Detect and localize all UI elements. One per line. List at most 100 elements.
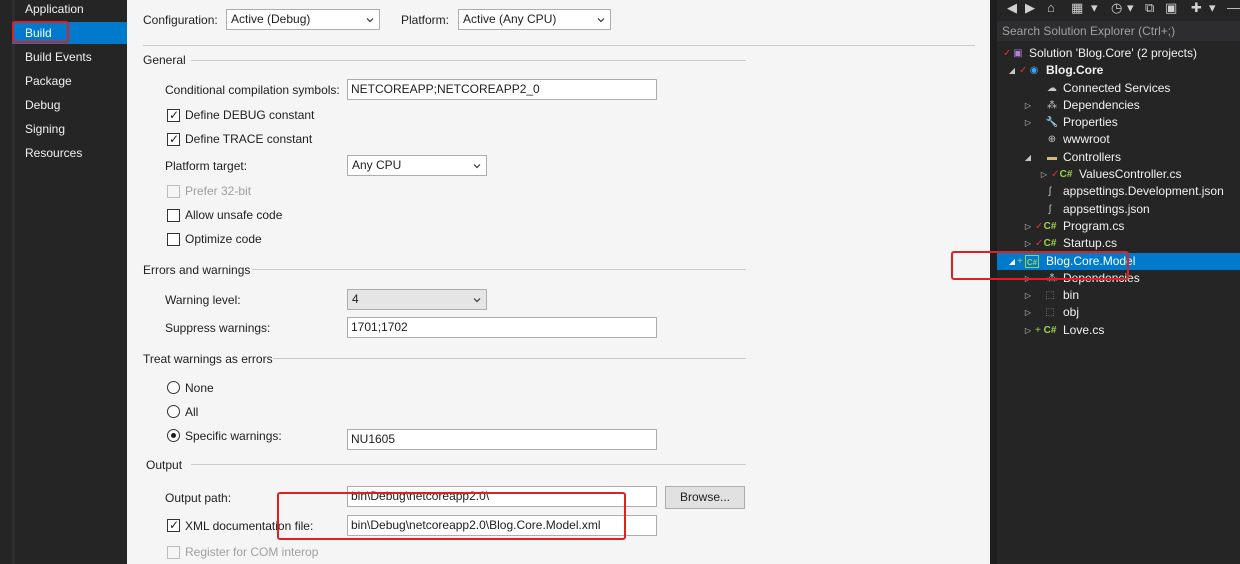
home-icon[interactable]: ⌂ [1047,0,1055,18]
chevron-down-icon [597,18,605,23]
section-line-errors [252,269,746,270]
tree-row-model-dependencies[interactable]: ▷ ⁂ Dependencies [997,270,1240,287]
nav-item-signing[interactable]: Signing [12,118,127,140]
radio-all[interactable] [167,405,180,418]
tree-row-appsettings-dev[interactable]: ʃ appsettings.Development.json [997,183,1240,200]
xml-doc-input[interactable]: bin\Debug\netcoreapp2.0\Blog.Core.Model.… [347,515,657,536]
configuration-label: Configuration: [143,13,218,27]
define-debug-label: Define DEBUG constant [185,108,315,122]
nav-item-resources[interactable]: Resources [12,142,127,164]
switch-views-icon[interactable]: ▦ [1071,0,1083,18]
tree-row-obj[interactable]: ▷ ⬚ obj [997,304,1240,321]
prefer32-checkbox[interactable] [167,185,180,198]
nav-item-application[interactable]: Application [12,0,127,20]
collapsed-arrow-icon: ▷ [1024,222,1032,231]
panel-splitter[interactable] [990,0,997,564]
csharp-file-icon: C# [1059,169,1073,180]
tree-row-connected-services[interactable]: ☁ Connected Services [997,80,1240,97]
collapsed-arrow-icon: ▷ [1040,170,1048,179]
allow-unsafe-checkbox[interactable] [167,209,180,222]
define-trace-label: Define TRACE constant [185,132,313,146]
tree-row-appsettings[interactable]: ʃ appsettings.json [997,201,1240,218]
properties-icon[interactable]: ✚ [1191,0,1202,18]
expanded-arrow-icon: ◢ [1008,66,1016,75]
tree-row-wwwroot[interactable]: ⊕ wwwroot [997,131,1240,148]
back-icon[interactable]: ◀ [1007,0,1017,18]
csharp-project-icon: C# [1025,255,1039,268]
section-line-treat [273,358,746,359]
json-file-icon: ʃ [1048,186,1052,197]
tree-row-love[interactable]: ▷ + C# Love.cs [997,322,1240,339]
tree-row-controllers[interactable]: ◢ ▬ Controllers [997,149,1240,166]
collapsed-arrow-icon: ▷ [1024,291,1032,300]
register-com-checkbox[interactable] [167,546,180,559]
csharp-file-icon: C# [1043,221,1057,232]
platform-target-dropdown[interactable]: Any CPU [347,155,487,176]
cond-symbols-input[interactable]: NETCOREAPP;NETCOREAPP2_0 [347,79,657,100]
dropdown-icon[interactable]: ▾ [1127,0,1134,18]
json-file-icon: ʃ [1048,204,1052,215]
specific-warnings-input[interactable]: NU1605 [347,429,657,450]
check-icon: ✓ [169,518,180,532]
sync-icon[interactable]: ⧉ [1145,0,1154,18]
optimize-label: Optimize code [185,232,262,246]
output-path-input[interactable]: bin\Debug\netcoreapp2.0\ [347,486,657,507]
csharp-file-icon: C# [1043,238,1057,249]
cond-symbols-label: Conditional compilation symbols: [165,83,340,97]
platform-label: Platform: [401,13,450,27]
header-divider [143,45,975,46]
tree-row-bin[interactable]: ▷ ⬚ bin [997,287,1240,304]
tree-row-dependencies[interactable]: ▷ ⁂ Dependencies [997,97,1240,114]
solution-icon: ▣ [1013,48,1023,59]
expanded-arrow-icon: ◢ [1024,153,1032,162]
tree-row-startup[interactable]: ▷ ✓ C# Startup.cs [997,235,1240,252]
section-title-errors: Errors and warnings [143,263,251,277]
radio-none[interactable] [167,381,180,394]
nav-item-build-events[interactable]: Build Events [12,46,127,68]
dropdown-icon[interactable]: ▾ [1209,0,1216,18]
output-path-label: Output path: [165,491,232,505]
hidden-folder-icon: ⬚ [1045,307,1055,318]
platform-dropdown[interactable]: Active (Any CPU) [458,9,611,30]
tree-row-blog-core[interactable]: ◢ ✓ ◉ Blog.Core [997,62,1240,79]
optimize-checkbox[interactable] [167,233,180,246]
nav-item-build[interactable]: Build [12,22,127,44]
chevron-down-icon [473,298,481,303]
wrench-icon: 🔧 [1045,117,1059,128]
tree-row-solution[interactable]: ✓ ▣ Solution 'Blog.Core' (2 projects) [997,45,1240,62]
forward-icon[interactable]: ▶ [1025,0,1035,18]
csharp-file-icon: C# [1043,325,1057,336]
nav-item-debug[interactable]: Debug [12,94,127,116]
show-all-files-icon[interactable]: ▣ [1165,0,1177,18]
collapsed-arrow-icon: ▷ [1024,101,1032,110]
solution-search-input[interactable]: Search Solution Explorer (Ctrl+;) [997,21,1240,41]
radio-none-label: None [185,381,214,395]
section-line-general [191,60,746,61]
nav-item-package[interactable]: Package [12,70,127,92]
tree-row-values-controller[interactable]: ▷ ✓ C# ValuesController.cs [997,166,1240,183]
configuration-dropdown[interactable]: Active (Debug) [226,9,380,30]
define-debug-checkbox[interactable]: ✓ [167,109,180,122]
expanded-arrow-icon: ◢ [1008,257,1016,266]
build-properties-page: Configuration: Active (Debug) Platform: … [127,0,990,564]
pending-changes-icon[interactable]: ◷ [1111,0,1122,18]
more-icon[interactable]: — [1227,0,1240,18]
tree-row-program[interactable]: ▷ ✓ C# Program.cs [997,218,1240,235]
browse-button[interactable]: Browse... [665,486,745,509]
xml-doc-checkbox[interactable]: ✓ [167,519,180,532]
folder-icon: ▬ [1047,152,1057,163]
collapsed-arrow-icon: ▷ [1024,308,1032,317]
section-title-output: Output [146,458,183,472]
radio-specific-label: Specific warnings: [185,429,282,443]
check-icon: ✓ [169,108,180,122]
radio-specific[interactable] [167,429,180,442]
warning-level-label: Warning level: [165,293,241,307]
define-trace-checkbox[interactable]: ✓ [167,133,180,146]
added-icon: + [1017,256,1023,267]
dropdown-icon[interactable]: ▾ [1091,0,1098,18]
suppress-warnings-input[interactable]: 1701;1702 [347,317,657,338]
tree-row-properties[interactable]: ▷ 🔧 Properties [997,114,1240,131]
warning-level-dropdown[interactable]: 4 [347,289,487,310]
tree-row-blog-core-model[interactable]: ◢ + C# Blog.Core.Model [997,253,1240,270]
chevron-down-icon [473,164,481,169]
